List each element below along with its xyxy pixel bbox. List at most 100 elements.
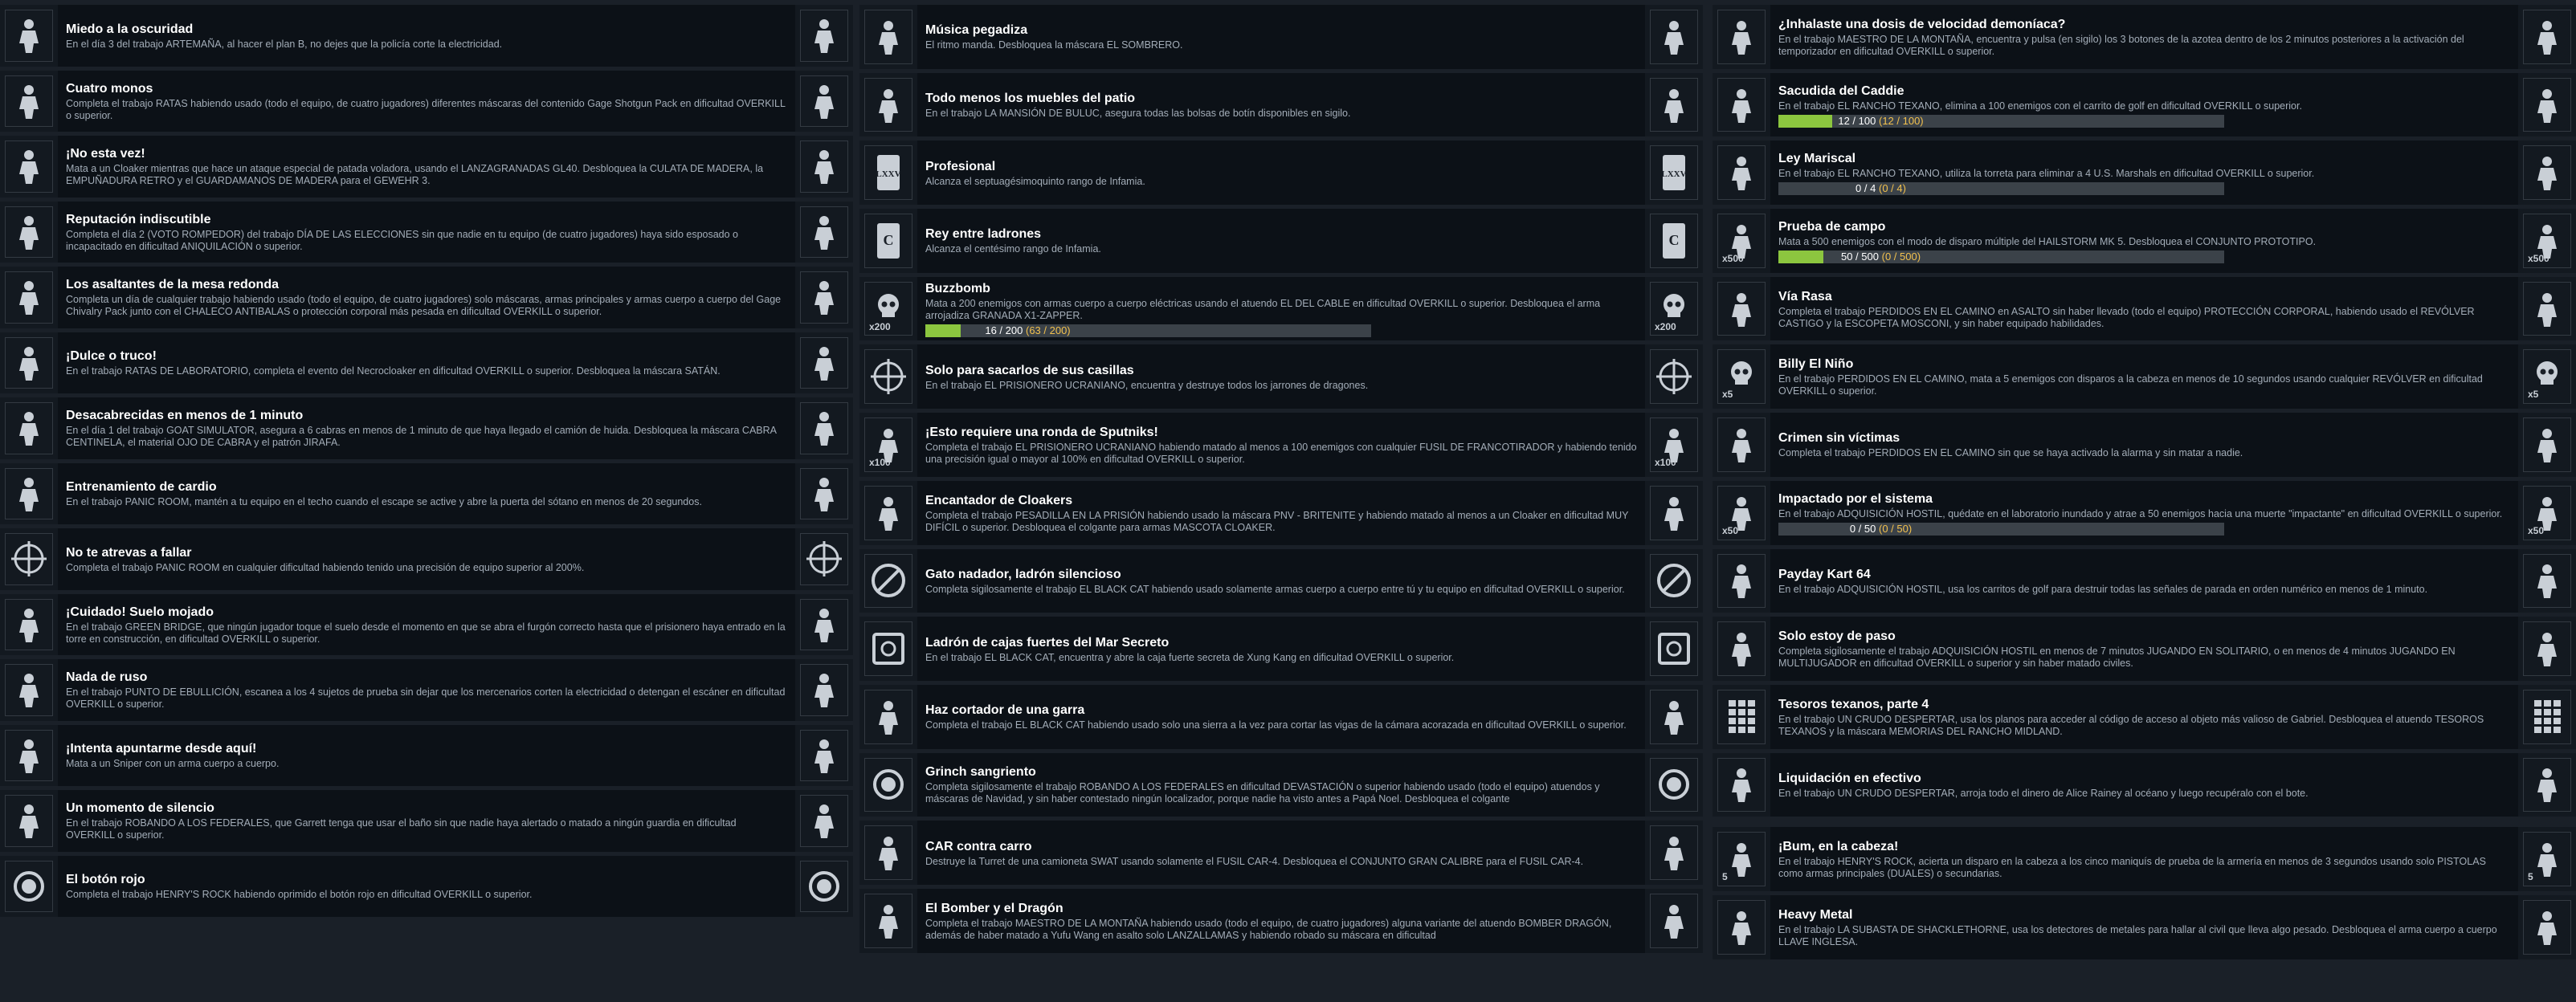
svg-text:C: C: [884, 232, 894, 248]
melee-figure-icon: [0, 724, 58, 786]
rocket-icon: [1713, 413, 1770, 477]
achievement-row[interactable]: Ley Mariscal En el trabajo EL RANCHO TEXA…: [1713, 141, 2576, 206]
achievement-title: Reputación indiscutible: [66, 212, 211, 226]
achievement-title: ¡Esto requiere una ronda de Sputniks!: [925, 425, 1158, 439]
ballot-box-icon: [0, 201, 58, 263]
achievement-row[interactable]: Solo para sacarlos de sus casillas En el …: [859, 344, 1703, 409]
achievement-row[interactable]: Entrenamiento de cardio En el trabajo PAN…: [0, 462, 853, 524]
achievement-row[interactable]: Tesoros texanos, parte 4 En el trabajo UN…: [1713, 684, 2576, 749]
achievement-row[interactable]: Liquidación en efectivo En el trabajo UN …: [1713, 752, 2576, 817]
achievement-row[interactable]: x5 Billy El Niño En el trabajo PERDIDOS EN…: [1713, 344, 2576, 409]
achievement-row[interactable]: Ladrón de cajas fuertes del Mar Secreto E…: [859, 617, 1703, 681]
achievement-row[interactable]: Un momento de silencio En el trabajo ROBA…: [0, 790, 853, 852]
achievement-column-right: ¿Inhalaste una dosis de velocidad demoní…: [1713, 0, 2576, 1002]
progress-text: 16 / 200 (63 / 200): [925, 324, 1371, 337]
achievement-body: Billy El Niño En el trabajo PERDIDOS EN E…: [1770, 344, 2518, 409]
metal-detector-icon: [1713, 894, 1770, 959]
progress-current: 12: [1838, 114, 1850, 127]
achievement-progress-bar: 0 / 50 (0 / 50): [1778, 522, 2224, 536]
demon-mask-icon: [795, 332, 853, 393]
achievement-row[interactable]: Reputación indiscutible Completa el día 2…: [0, 201, 853, 263]
achievement-body: Desacabrecidas en menos de 1 minuto En el…: [58, 397, 795, 459]
monkey-ring-icon: [795, 70, 853, 132]
achievement-body: Crimen sin víctimas Completa el trabajo P…: [1770, 413, 2518, 477]
achievement-title: Sacudida del Caddie: [1778, 84, 1904, 98]
achievement-row[interactable]: ¡Dulce o truco! En el trabajo RATAS DE LA…: [0, 332, 853, 393]
progress-separator: /: [1855, 522, 1864, 535]
achievement-body: Nada de ruso En el trabajo PUNTO DE EBULL…: [58, 659, 795, 721]
goat-head-icon: [0, 397, 58, 459]
achievement-title: Rey entre ladrones: [925, 227, 1042, 242]
knight-helmet-icon: [0, 267, 58, 328]
achievement-row[interactable]: C Rey entre ladrones Alcanza el centésimo …: [859, 209, 1703, 273]
achievement-row[interactable]: Gato nadador, ladrón silencioso Completa …: [859, 548, 1703, 613]
achievement-row[interactable]: No te atrevas a fallar Completa el trabaj…: [0, 528, 853, 590]
sneaking-figure-icon: [2518, 617, 2576, 681]
achievement-body: Impactado por el sistema En el trabajo AD…: [1770, 481, 2518, 545]
sniper-x100-icon: x100: [859, 413, 917, 477]
achievement-description: Mata a un Cloaker mientras que hace un a…: [66, 163, 764, 187]
achievement-row[interactable]: Nada de ruso En el trabajo PUNTO DE EBULL…: [0, 659, 853, 721]
achievement-row[interactable]: Crimen sin víctimas Completa el trabajo P…: [1713, 413, 2576, 477]
achievement-row[interactable]: ¿Inhalaste una dosis de velocidad demoní…: [1713, 5, 2576, 69]
achievement-row[interactable]: Todo menos los muebles del patio En el tr…: [859, 72, 1703, 137]
achievement-row[interactable]: Los asaltantes de la mesa redonda Complet…: [0, 267, 853, 328]
achievement-body: Un momento de silencio En el trabajo ROBA…: [58, 790, 795, 852]
achievement-description: Completa el trabajo EL PRISIONERO UCRANI…: [925, 441, 1637, 465]
achievement-row[interactable]: Payday Kart 64 En el trabajo ADQUISICIÓN …: [1713, 548, 2576, 613]
achievement-row[interactable]: x50 Impactado por el sistema En el trabajo…: [1713, 480, 2576, 545]
achievement-row[interactable]: ¡No esta vez! Mata a un Cloaker mientras …: [0, 136, 853, 198]
achievement-row[interactable]: Desacabrecidas en menos de 1 minuto En el…: [0, 397, 853, 459]
plunger-button-icon: [2518, 5, 2576, 69]
achievement-title: Gato nadador, ladrón silencioso: [925, 567, 1121, 581]
achievement-row[interactable]: Heavy Metal En el trabajo LA SUBASTA DE S…: [1713, 894, 2576, 959]
kart-icon: [2518, 548, 2576, 613]
achievement-row[interactable]: El botón rojo Completa el trabajo HENRY'S…: [0, 855, 853, 917]
achievement-row[interactable]: Cuatro monos Completa el trabajo RATAS ha…: [0, 70, 853, 132]
achievement-row[interactable]: El Bomber y el Dragón Completa el trabajo…: [859, 888, 1703, 953]
achievement-description: Destruye la Turret de una camioneta SWAT…: [925, 855, 1584, 867]
toilet-stall-icon: [795, 790, 853, 852]
achievement-row[interactable]: Miedo a la oscuridad En el día 3 del trab…: [0, 5, 853, 67]
achievement-title: ¡Intenta apuntarme desde aquí!: [66, 742, 257, 756]
achievement-title: Música pegadiza: [925, 23, 1028, 38]
achievement-row[interactable]: x500 Prueba de campo Mata a 500 enemigos c…: [1713, 209, 2576, 273]
achievement-body: ¡Cuidado! Suelo mojado En el trabajo GREE…: [58, 594, 795, 656]
achievement-row[interactable]: Solo estoy de paso Completa sigilosamente…: [1713, 617, 2576, 681]
progress-total: 200: [1005, 324, 1023, 337]
achievement-title: Prueba de campo: [1778, 219, 1886, 234]
achievement-body: Prueba de campo Mata a 500 enemigos con e…: [1770, 209, 2518, 273]
achievement-description: En el trabajo PERDIDOS EN EL CAMINO, mat…: [1778, 373, 2483, 397]
achievement-row[interactable]: ¡Cuidado! Suelo mojado En el trabajo GREE…: [0, 593, 853, 656]
achievement-body: Solo para sacarlos de sus casillas En el …: [917, 344, 1645, 409]
crosshair-icon: [795, 528, 853, 590]
achievement-row[interactable]: Sacudida del Caddie En el trabajo EL RANC…: [1713, 72, 2576, 137]
achievement-title: Solo estoy de paso: [1778, 629, 1896, 644]
goat-head-icon: [795, 397, 853, 459]
svg-text:x5: x5: [1722, 389, 1733, 399]
progress-total: 100: [1858, 114, 1876, 127]
achievement-description: En el trabajo HENRY'S ROCK, acierta un d…: [1778, 856, 2486, 880]
achievement-body: Ladrón de cajas fuertes del Mar Secreto E…: [917, 617, 1645, 681]
achievement-row[interactable]: Haz cortador de una garra Completa el tra…: [859, 684, 1703, 749]
running-man-icon: [0, 593, 58, 655]
achievement-row[interactable]: ¡Intenta apuntarme desde aquí! Mata a un …: [0, 724, 853, 786]
achievement-row[interactable]: CAR contra carro Destruye la Turret de un…: [859, 821, 1703, 885]
progress-current: 50: [1840, 250, 1853, 263]
achievement-title: Buzzbomb: [925, 282, 990, 296]
achievement-description: En el trabajo EL PRISIONERO UCRANIANO, e…: [925, 379, 1369, 391]
achievement-row[interactable]: 5 ¡Bum, en la cabeza! En el trabajo HENRY'…: [1713, 827, 2576, 891]
gun-x500-icon: x500: [1713, 209, 1770, 273]
achievement-body: Música pegadiza El ritmo manda. Desbloque…: [917, 5, 1645, 69]
achievement-row[interactable]: Grinch sangriento Completa sigilosamente …: [859, 752, 1703, 817]
achievement-row[interactable]: x200 Buzzbomb Mata a 200 enemigos con arma…: [859, 276, 1703, 341]
achievement-description: En el trabajo ADQUISICIÓN HOSTIL, quédat…: [1778, 507, 2503, 519]
achievement-row[interactable]: Encantador de Cloakers Completa el trabaj…: [859, 480, 1703, 545]
achievement-row[interactable]: LXXV Profesional Alcanza el septuagésimoqu…: [859, 141, 1703, 206]
achievement-row[interactable]: Música pegadiza El ritmo manda. Desbloque…: [859, 5, 1703, 69]
achievement-row[interactable]: Vía Rasa Completa el trabajo PERDIDOS EN …: [1713, 276, 2576, 341]
achievement-row[interactable]: x100 ¡Esto requiere una ronda de Sputniks…: [859, 413, 1703, 477]
svg-text:x200: x200: [869, 321, 891, 332]
achievement-description: En el día 3 del trabajo ARTEMAÑA, al hac…: [66, 38, 503, 50]
four-figures-icon: [1713, 141, 1770, 206]
